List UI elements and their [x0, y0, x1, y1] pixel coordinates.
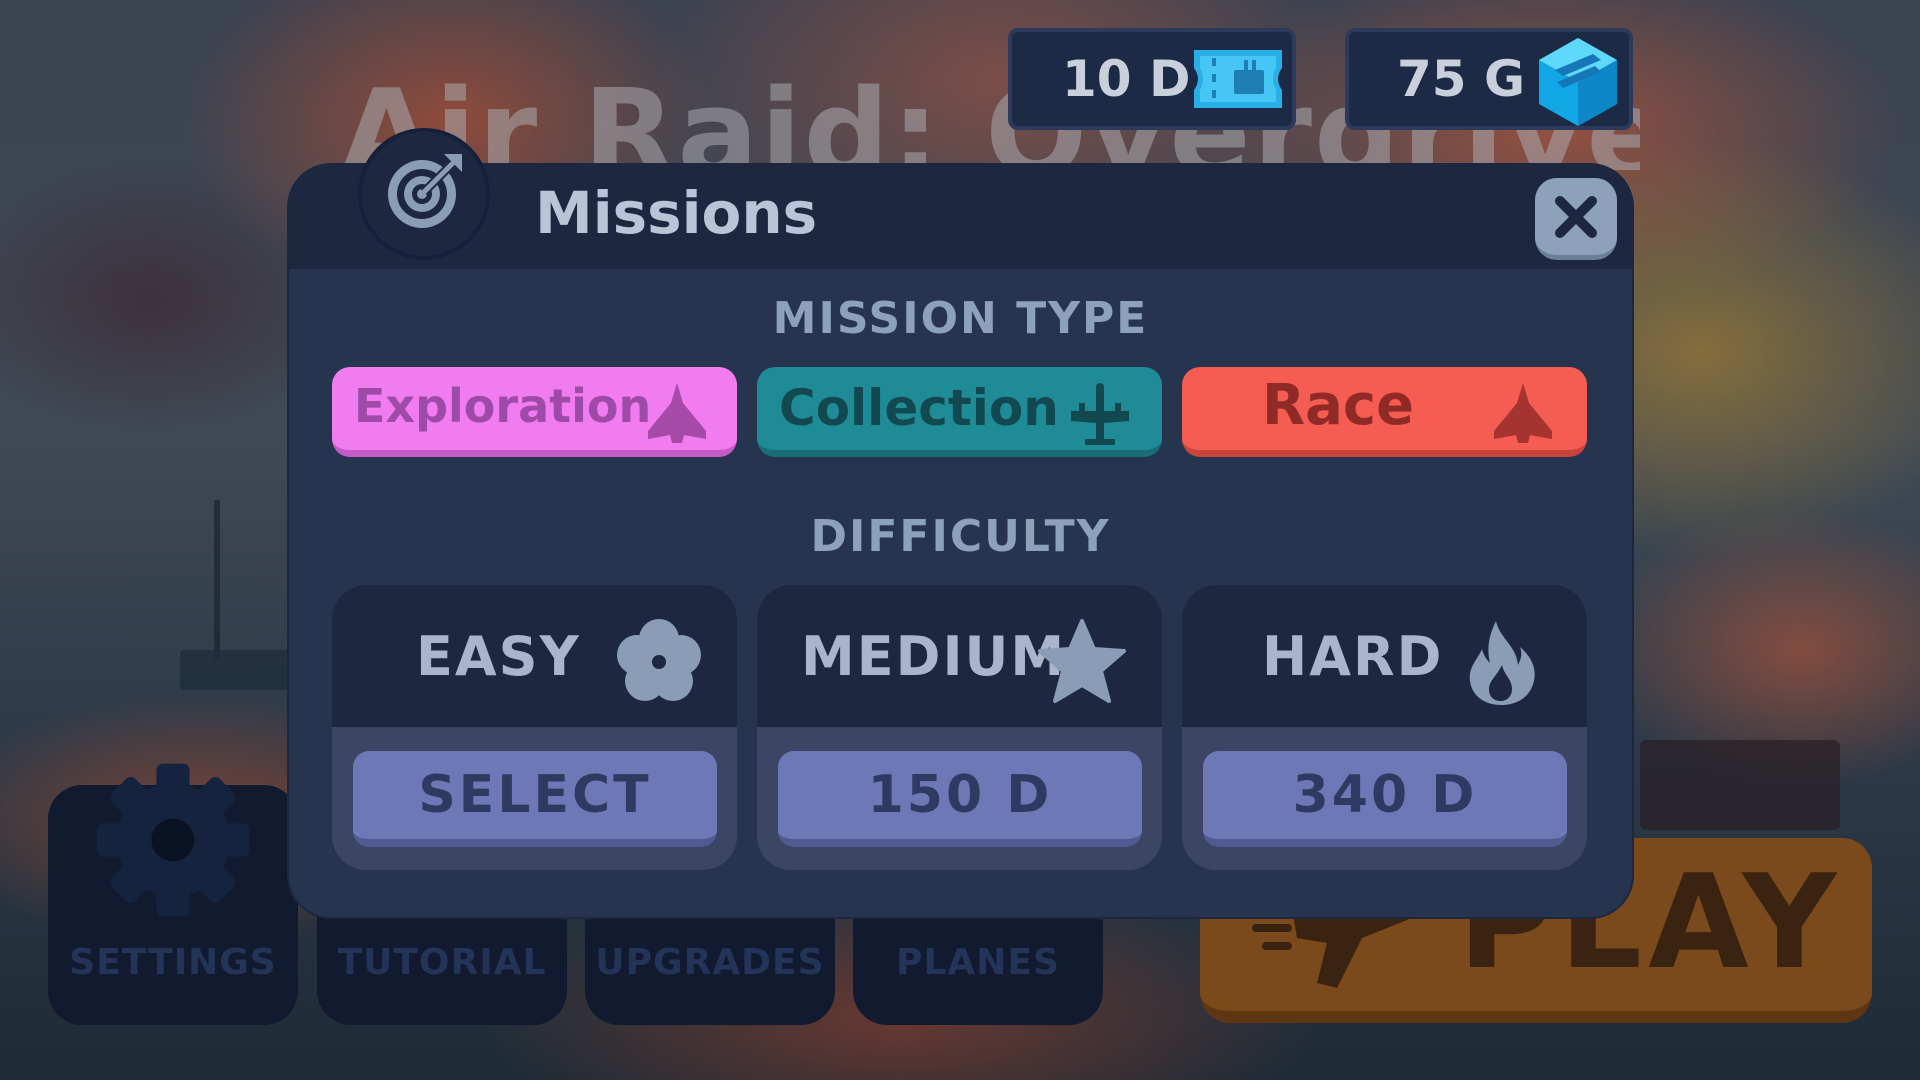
star-icon: [1038, 619, 1126, 703]
gem-value: 75 G: [1397, 50, 1526, 108]
planes-label: PLANES: [896, 942, 1060, 983]
tutorial-label: TUTORIAL: [337, 942, 547, 983]
ticket-icon: [1194, 50, 1282, 108]
modal-title: Missions: [535, 179, 818, 247]
unlock-hard-button[interactable]: 340 D: [1203, 751, 1567, 847]
bomber-icon: [1071, 383, 1129, 445]
jet-icon: [648, 383, 706, 443]
flower-icon: [617, 619, 701, 701]
ship-deck: [180, 650, 300, 690]
difficulty-header: EASY: [332, 585, 737, 727]
mission-type-race[interactable]: Race: [1182, 367, 1587, 457]
difficulty-name: EASY: [416, 625, 581, 688]
jet-icon: [1494, 383, 1552, 443]
select-button[interactable]: SELECT: [353, 751, 717, 847]
mission-type-label: Exploration: [354, 379, 652, 433]
unlock-medium-button[interactable]: 150 D: [778, 751, 1142, 847]
settings-button[interactable]: SETTINGS: [48, 763, 298, 1025]
ship-mast: [214, 500, 220, 660]
flame-icon: [1469, 621, 1535, 705]
target-icon: [388, 154, 462, 228]
upgrades-label: UPGRADES: [595, 942, 825, 983]
difficulty-name: HARD: [1262, 625, 1444, 688]
difficulty-label: DIFFICULTY: [810, 511, 1111, 562]
difficulty-card-easy: EASY SELECT: [332, 585, 737, 870]
difficulty-header: MEDIUM: [757, 585, 1162, 727]
mission-type-label: Race: [1262, 373, 1415, 438]
target-badge: [358, 128, 490, 260]
gem-icon: [1539, 38, 1617, 126]
close-icon: [1555, 196, 1597, 238]
gem-counter: 75 G: [1345, 28, 1633, 130]
difficulty-header: HARD: [1182, 585, 1587, 727]
carrier-ship: [1640, 740, 1840, 830]
mission-type-collection[interactable]: Collection: [757, 367, 1162, 457]
mission-type-exploration[interactable]: Exploration: [332, 367, 737, 457]
gear-icon: [96, 763, 250, 917]
difficulty-card-medium: MEDIUM 150 D: [757, 585, 1162, 870]
diamond-counter: 10 D: [1008, 28, 1296, 130]
mission-type-label: MISSION TYPE: [772, 293, 1149, 344]
difficulty-card-hard: HARD 340 D: [1182, 585, 1587, 870]
modal-header: Missions: [289, 165, 1632, 269]
difficulty-name: MEDIUM: [801, 625, 1067, 688]
mission-type-label: Collection: [779, 379, 1059, 437]
diamond-value: 10 D: [1062, 50, 1191, 108]
close-button[interactable]: [1535, 178, 1617, 260]
settings-label: SETTINGS: [69, 942, 277, 983]
